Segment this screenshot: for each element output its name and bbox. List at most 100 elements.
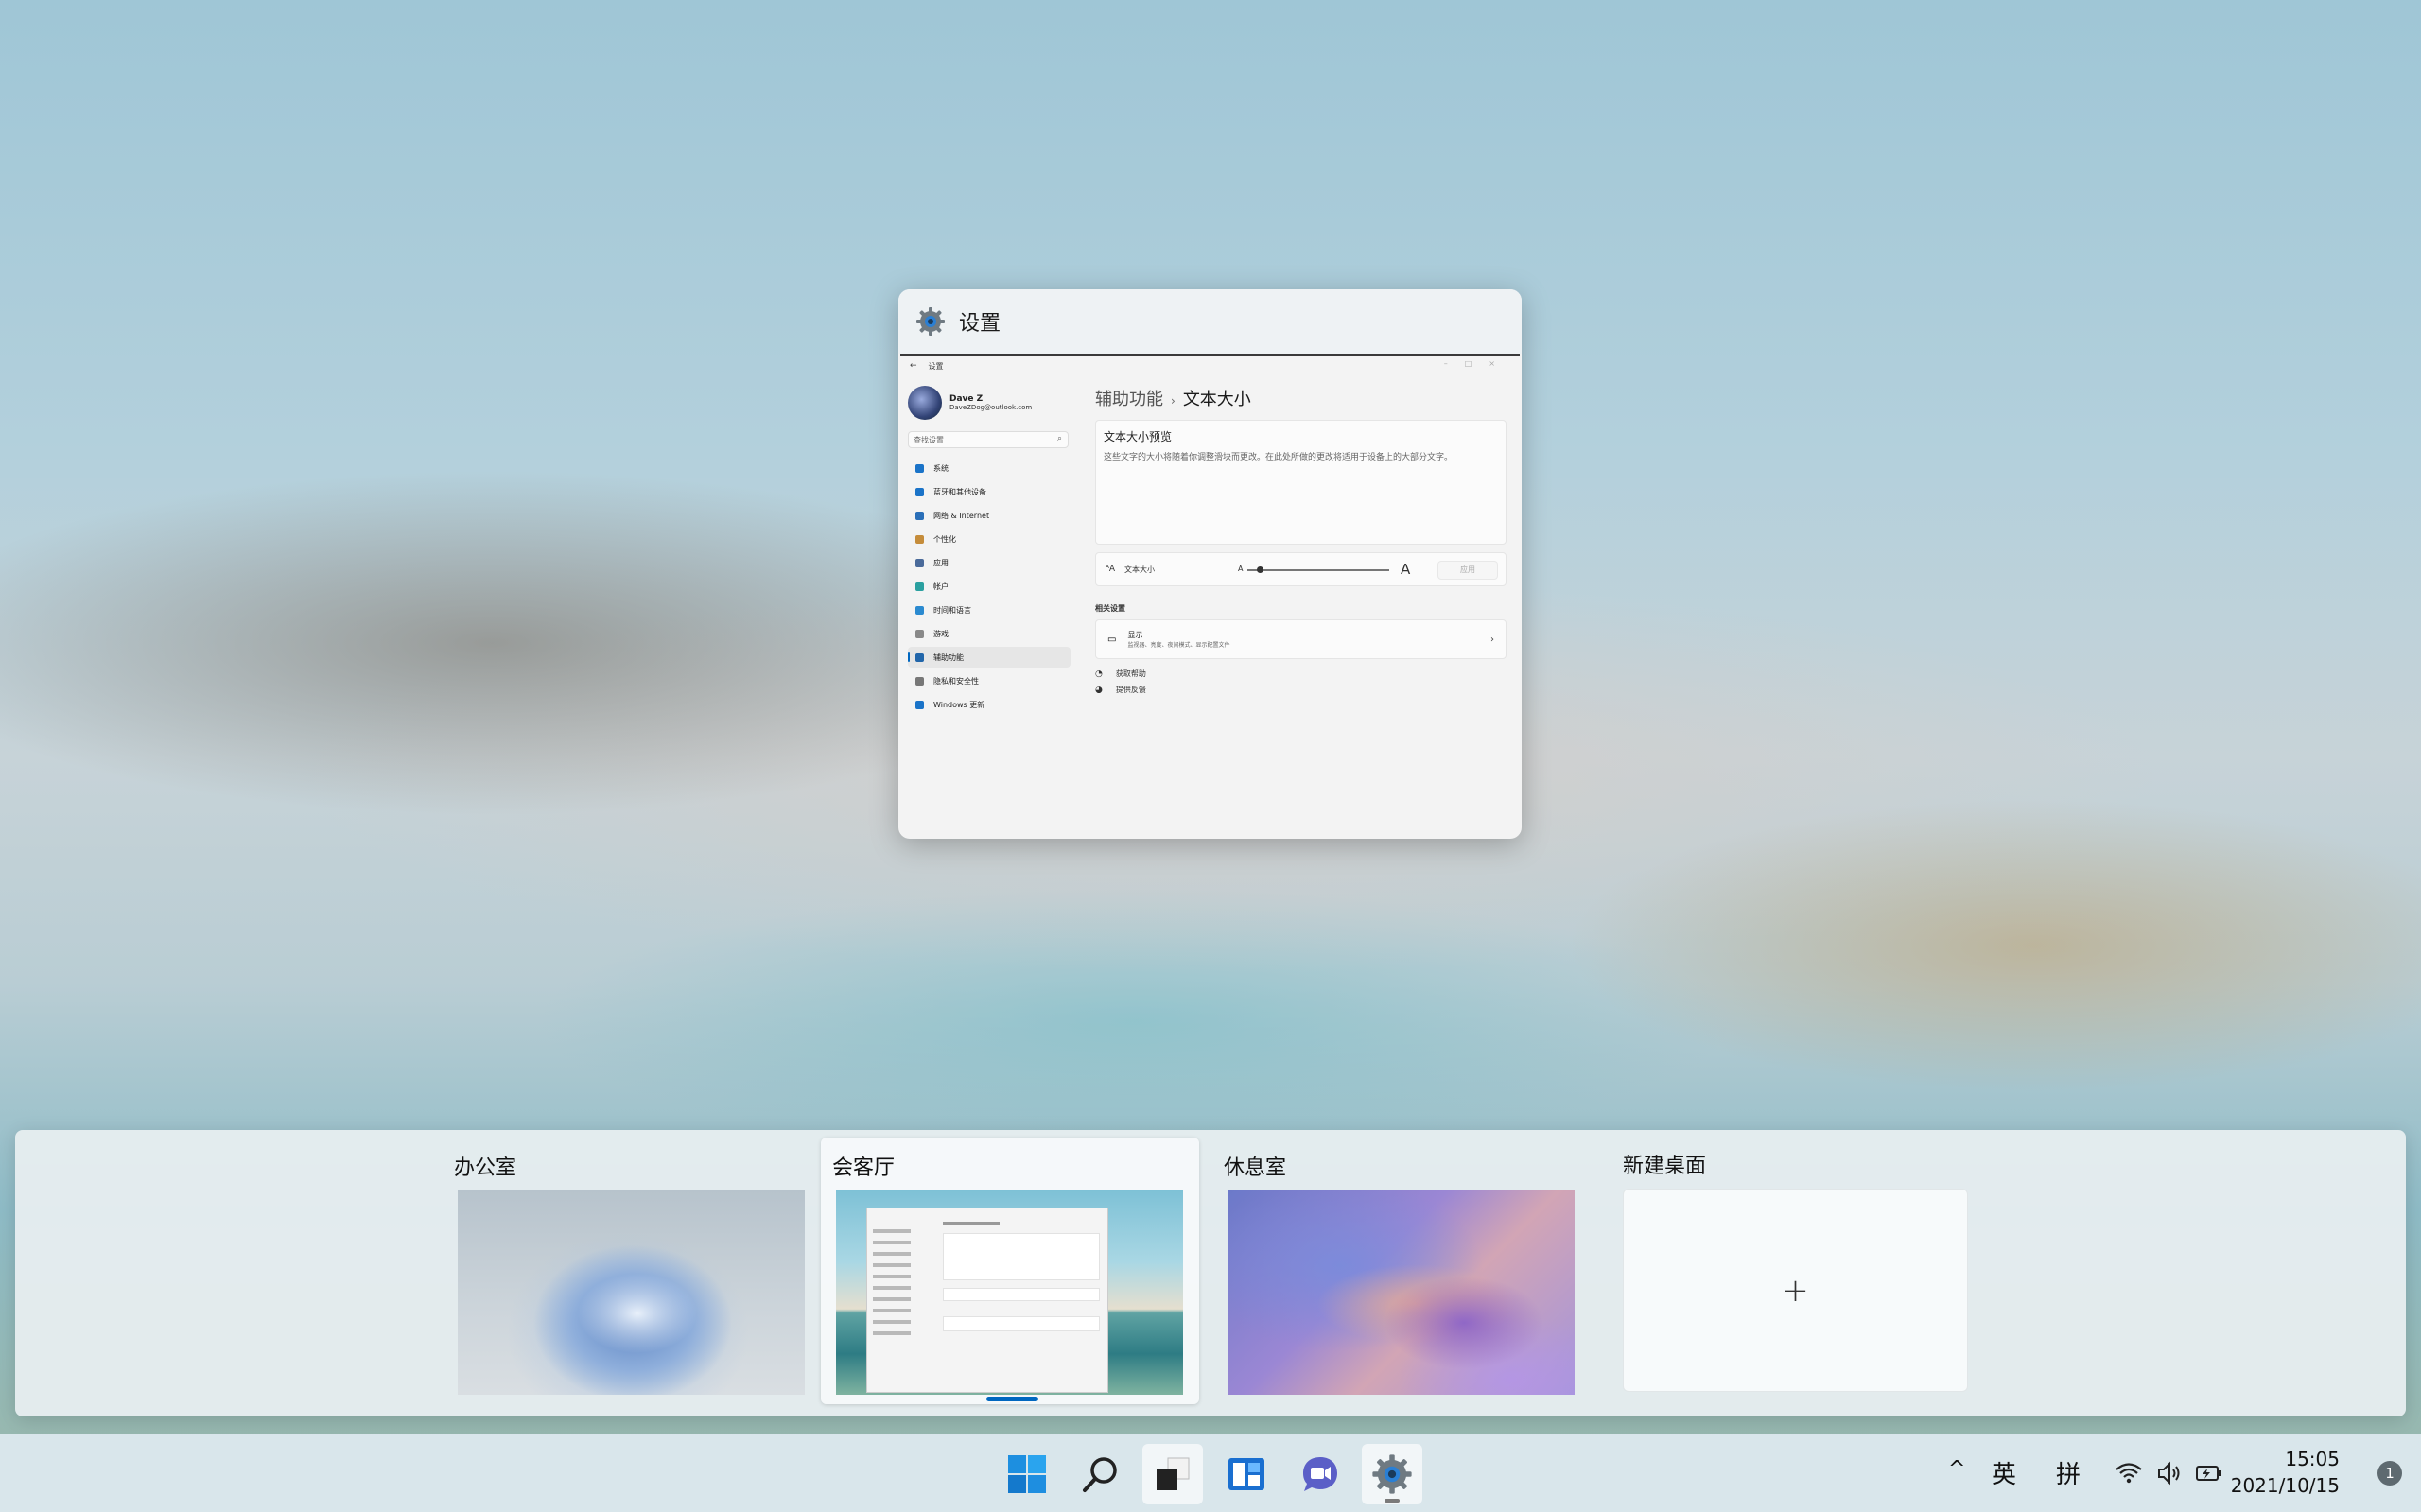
help-icon: ◔: [1095, 669, 1103, 679]
monitor-icon: ▭: [1107, 634, 1117, 645]
text-size-row: ᴬA 文本大小 A A 应用: [1095, 552, 1507, 586]
nav-item-icon: [915, 534, 924, 544]
profile-name: Dave Z: [949, 394, 984, 404]
breadcrumb-separator: ›: [1171, 394, 1176, 408]
settings-taskbar-button[interactable]: [1362, 1444, 1422, 1504]
preview-body: 这些文字的大小将随着你调整滑块而更改。在此处所做的更改将适用于设备上的大部分文字…: [1104, 453, 1454, 462]
sidebar-item: 游戏: [908, 623, 1071, 644]
breadcrumb-current: 文本大小: [1182, 390, 1251, 409]
text-size-slider: [1247, 566, 1389, 573]
small-a-label: A: [1238, 565, 1244, 573]
related-settings-heading: 相关设置: [1095, 604, 1125, 613]
new-desktop-button[interactable]: +: [1623, 1189, 1968, 1392]
text-size-preview-card: 文本大小预览 这些文字的大小将随着你调整滑块而更改。在此处所做的更改将适用于设备…: [1095, 420, 1507, 545]
new-desktop-label: 新建桌面: [1623, 1155, 1707, 1178]
window-preview-title: 设置: [959, 312, 1001, 336]
window-preview-header[interactable]: 设置: [898, 289, 1522, 354]
search-button[interactable]: [1071, 1444, 1131, 1504]
clock[interactable]: 15:05 2021/10/15: [2231, 1446, 2340, 1499]
chevron-right-icon: ›: [1490, 634, 1494, 645]
nav-item-icon: [915, 582, 924, 591]
start-icon: [1008, 1455, 1046, 1493]
text-size-label: 文本大小: [1124, 565, 1156, 574]
desktop-thumbnail-wave[interactable]: [1228, 1190, 1575, 1395]
settings-icon: [1372, 1454, 1412, 1494]
virtual-desktops-panel: 办公室 会客厅 休息室 新建桌面 +: [15, 1130, 2406, 1416]
search-icon: ⌕: [1056, 434, 1062, 443]
wifi-icon[interactable]: [2115, 1461, 2143, 1486]
desktop-office[interactable]: 办公室: [443, 1138, 821, 1404]
nav-item-icon: [915, 629, 924, 638]
widgets-button[interactable]: [1216, 1444, 1277, 1504]
preview-title: 文本大小预览: [1104, 430, 1173, 443]
settings-gear-icon: [916, 307, 945, 336]
desktop-lounge[interactable]: 休息室: [1212, 1138, 1591, 1404]
desktop-living-room[interactable]: 会客厅: [821, 1138, 1199, 1404]
sidebar-item: 蓝牙和其他设备: [908, 481, 1071, 502]
nav-item-label: 辅助功能: [933, 652, 964, 662]
desktop-label: 会客厅: [832, 1156, 896, 1180]
nav-item-label: 应用: [933, 558, 949, 567]
inner-titlebar: ← 设置: [900, 356, 1520, 376]
mini-settings-window: [866, 1208, 1108, 1393]
desktop-label: 办公室: [454, 1156, 517, 1180]
settings-nav: 系统蓝牙和其他设备网络 & Internet 个性化应用帐户时间和语言游戏辅助功能…: [908, 458, 1086, 715]
ime-language-indicator[interactable]: 英: [1992, 1455, 2016, 1490]
nav-item-label: 系统: [933, 463, 949, 473]
nav-item-icon: [915, 463, 924, 473]
chat-button[interactable]: [1290, 1444, 1350, 1504]
settings-window-content: ← 设置 –□× Dave Z DaveZDog@outlook.com 查找设…: [900, 354, 1520, 837]
nav-item-label: Windows 更新: [933, 700, 985, 709]
sidebar-item: 个性化: [908, 529, 1071, 549]
desktop-thumbnail-lake[interactable]: [836, 1190, 1183, 1395]
get-help-link: ◔ 获取帮助: [1095, 669, 1507, 679]
show-hidden-icons-chevron[interactable]: ^: [1948, 1457, 1965, 1481]
search-placeholder: 查找设置: [914, 436, 944, 444]
text-size-icon: ᴬA: [1106, 565, 1116, 574]
nav-item-label: 网络 & Internet: [933, 511, 990, 520]
settings-main: 辅助功能 › 文本大小 文本大小预览 这些文字的大小将随着你调整滑块而更改。在此处所…: [1095, 376, 1507, 837]
avatar: [908, 386, 942, 420]
nav-item-label: 时间和语言: [933, 605, 971, 615]
plus-icon: +: [1782, 1271, 1809, 1310]
task-view-button[interactable]: [1142, 1444, 1203, 1504]
settings-sidebar: Dave Z DaveZDog@outlook.com 查找设置 ⌕ 系统蓝牙和…: [900, 376, 1086, 837]
nav-item-icon: [915, 700, 924, 709]
volume-icon[interactable]: [2156, 1461, 2183, 1486]
inner-title: 设置: [928, 361, 944, 371]
profile-email: DaveZDog@outlook.com: [949, 404, 1033, 411]
settings-window-preview[interactable]: 设置 ← 设置 –□× Dave Z DaveZDog@outlook.com …: [898, 289, 1522, 839]
notification-badge[interactable]: 1: [2377, 1461, 2402, 1486]
display-title: 显示: [1127, 631, 1143, 639]
nav-item-label: 帐户: [933, 582, 949, 591]
sidebar-item: 隐私和安全性: [908, 670, 1071, 691]
clock-date: 2021/10/15: [2230, 1474, 2340, 1497]
new-desktop[interactable]: 新建桌面 +: [1623, 1138, 2001, 1404]
nav-item-label: 个性化: [933, 534, 956, 544]
active-desktop-indicator: [986, 1397, 1038, 1401]
widgets-icon: [1228, 1458, 1264, 1490]
display-subtitle: 监视器、亮度、夜间模式、显示配置文件: [1127, 642, 1230, 649]
teams-chat-icon: [1303, 1457, 1337, 1491]
start-button[interactable]: [997, 1444, 1057, 1504]
nav-item-icon: [915, 605, 924, 615]
desktop-thumbnail-bloom[interactable]: [458, 1190, 805, 1395]
sidebar-item: 时间和语言: [908, 600, 1071, 620]
sidebar-item: 辅助功能: [908, 647, 1071, 668]
ime-mode-indicator[interactable]: 拼: [2056, 1455, 2081, 1490]
big-a-label: A: [1401, 561, 1411, 578]
breadcrumb-parent: 辅助功能: [1095, 390, 1163, 409]
apply-button: 应用: [1437, 561, 1498, 580]
feedback-label: 提供反馈: [1115, 686, 1146, 694]
nav-item-icon: [915, 558, 924, 567]
feedback-link: ◕ 提供反馈: [1095, 685, 1507, 695]
back-arrow-icon: ←: [910, 361, 917, 371]
sidebar-item: 系统: [908, 458, 1071, 478]
desktop-label: 休息室: [1224, 1156, 1287, 1180]
battery-charging-icon[interactable]: [2194, 1461, 2224, 1486]
task-view-icon: [1157, 1457, 1190, 1490]
clock-time: 15:05: [2285, 1448, 2340, 1470]
display-settings-row: ▭ 显示 监视器、亮度、夜间模式、显示配置文件 ›: [1095, 619, 1507, 659]
nav-item-icon: [915, 652, 924, 662]
settings-search-input: 查找设置 ⌕: [908, 431, 1069, 448]
